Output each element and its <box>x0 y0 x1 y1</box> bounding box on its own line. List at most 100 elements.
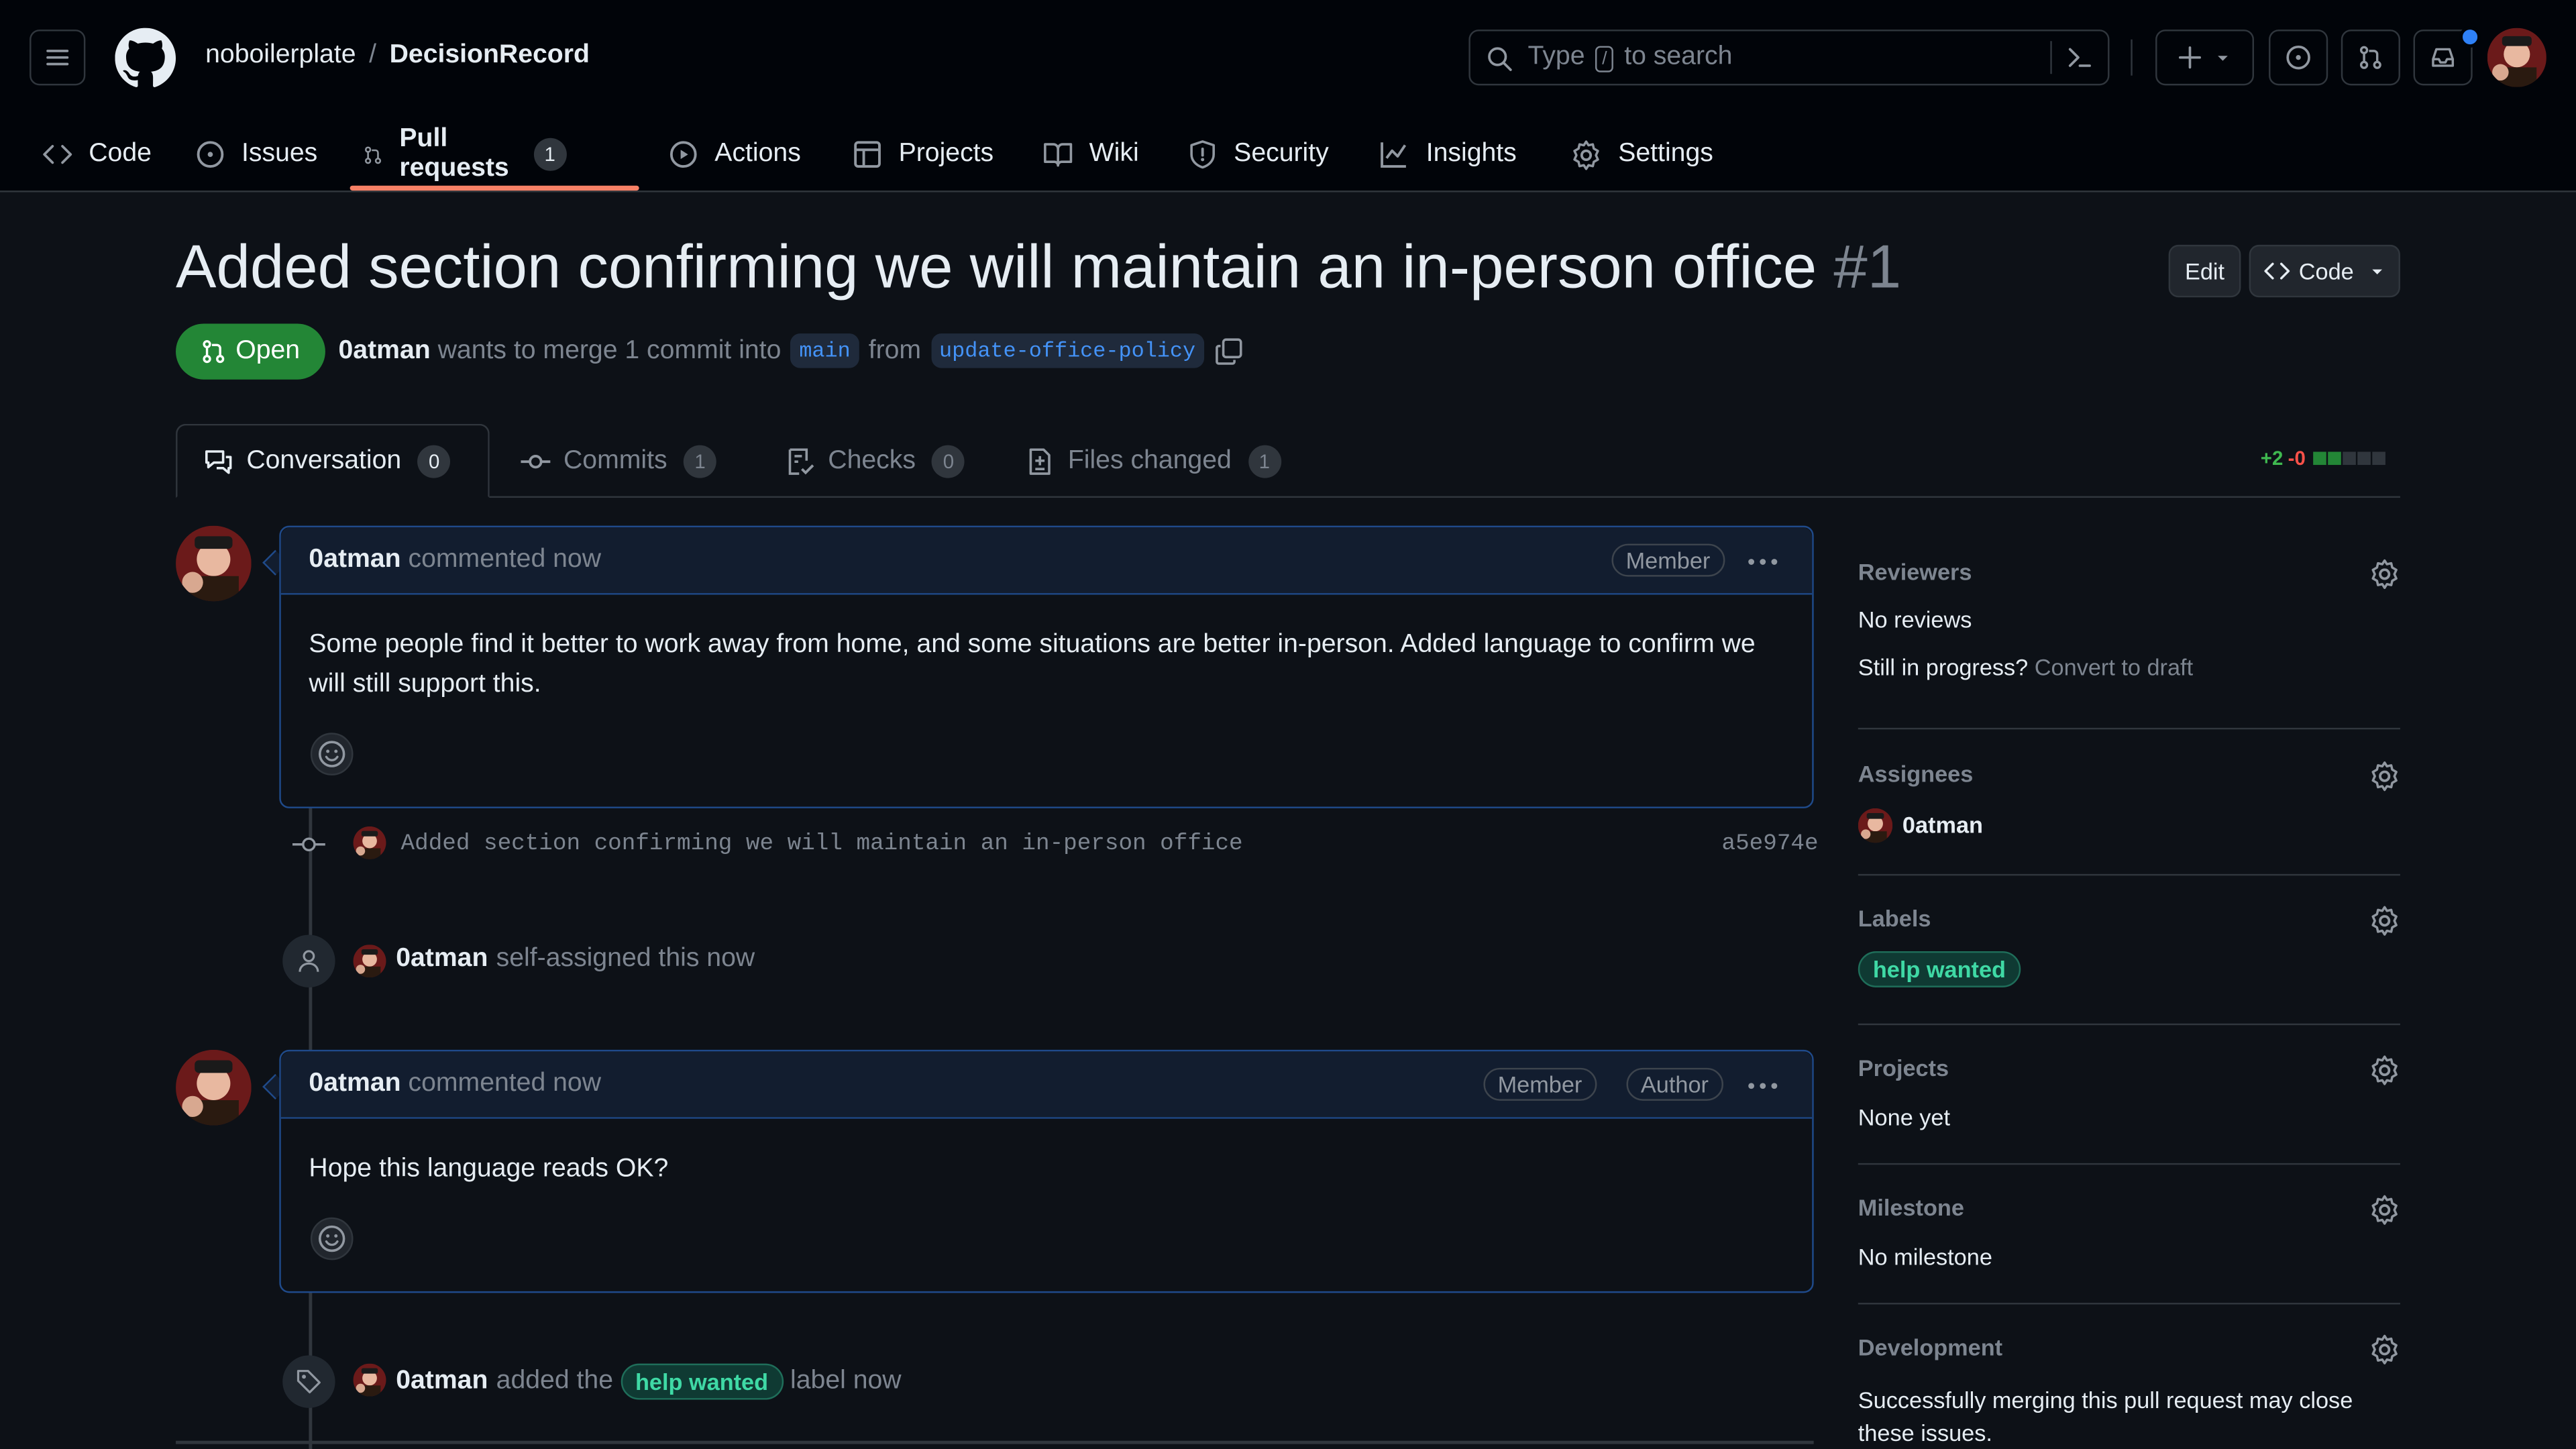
avatar[interactable] <box>353 826 386 859</box>
label-help-wanted[interactable]: help wanted <box>1858 951 2021 987</box>
gear-icon[interactable] <box>2369 1194 2400 1226</box>
from-text: from <box>868 335 922 364</box>
tab-actions[interactable]: Actions <box>669 118 801 191</box>
breadcrumb-repo[interactable]: DecisionRecord <box>390 41 590 69</box>
notification-dot <box>2459 26 2481 48</box>
create-new-button[interactable] <box>2155 30 2255 86</box>
chevron-down-icon <box>2218 56 2228 61</box>
issue-icon <box>197 141 224 168</box>
hamburger-icon <box>46 50 69 66</box>
kebab-icon[interactable] <box>1746 549 1779 575</box>
tab-conversation-label: Conversation <box>246 445 402 474</box>
search-input[interactable]: Type / to search <box>1468 30 2110 86</box>
comment-box: 0atman commented now Author Member Hope … <box>279 1049 1814 1293</box>
pr-merge-info: 0atman wants to merge 1 commit into main… <box>338 333 1243 368</box>
code-dropdown-button[interactable]: Code <box>2249 244 2400 298</box>
command-palette-icon <box>2068 48 2091 67</box>
sidebar-heading[interactable]: Milestone <box>1858 1194 2400 1220</box>
play-icon <box>669 141 697 168</box>
gear-icon[interactable] <box>2369 1334 2400 1366</box>
smiley-icon <box>318 1225 345 1252</box>
event-text: self-assigned this now <box>496 945 755 973</box>
breadcrumb-owner[interactable]: noboilerplate <box>205 41 356 69</box>
gear-icon[interactable] <box>2369 761 2400 792</box>
diff-square <box>2328 451 2342 466</box>
tab-code[interactable]: Code <box>43 118 152 191</box>
gear-icon <box>1573 140 1599 170</box>
tab-conversation[interactable]: Conversation 0 <box>176 423 490 498</box>
tab-wiki-label: Wiki <box>1089 140 1139 168</box>
gear-icon[interactable] <box>2369 905 2400 936</box>
sidebar-heading[interactable]: Development <box>1858 1334 2400 1360</box>
pull-request-icon <box>365 146 382 164</box>
head-branch[interactable]: update-office-policy <box>930 333 1204 368</box>
diffstat[interactable]: +2 -0 <box>2261 447 2386 470</box>
convert-to-draft-link[interactable]: Convert to draft <box>2035 654 2193 680</box>
tab-pull-requests[interactable]: Pull requests 1 <box>363 118 567 191</box>
tab-settings-label: Settings <box>1618 140 1713 168</box>
user-avatar[interactable] <box>2487 28 2546 87</box>
tab-wiki[interactable]: Wiki <box>1043 118 1139 191</box>
table-icon <box>854 141 881 168</box>
tab-settings[interactable]: Settings <box>1570 118 1713 191</box>
shield-icon <box>1190 140 1215 169</box>
gear-icon[interactable] <box>2369 559 2400 590</box>
commit-sha[interactable]: a5e974e <box>1722 831 1819 857</box>
commit-message[interactable]: Added section confirming we will maintai… <box>401 831 1243 857</box>
add-reaction-button[interactable] <box>310 1217 354 1260</box>
breadcrumb-separator: / <box>369 41 377 69</box>
avatar[interactable] <box>1858 808 1893 843</box>
base-branch[interactable]: main <box>791 333 859 368</box>
comment-author[interactable]: 0atman <box>309 1069 400 1097</box>
sidebar-heading[interactable]: Labels <box>1858 905 2400 931</box>
sidebar-value: None yet <box>1858 1104 1951 1130</box>
sidebar-divider <box>1858 1023 2400 1026</box>
event-actor[interactable]: 0atman <box>396 945 488 974</box>
add-reaction-button[interactable] <box>310 733 354 775</box>
sidebar-heading[interactable]: Projects <box>1858 1055 2400 1081</box>
menu-button[interactable] <box>30 30 86 86</box>
avatar[interactable] <box>353 1363 386 1397</box>
sidebar-heading[interactable]: Assignees <box>1858 761 2400 787</box>
github-logo-icon[interactable] <box>115 28 176 89</box>
copy-icon[interactable] <box>1214 336 1243 366</box>
tab-projects[interactable]: Projects <box>853 118 994 191</box>
search-placeholder: Type / to search <box>1528 43 1732 72</box>
label-help-wanted[interactable]: help wanted <box>620 1363 784 1400</box>
code-icon <box>43 145 72 164</box>
tab-files-changed[interactable]: Files changed 1 <box>1025 424 1281 498</box>
person-icon <box>299 950 319 972</box>
comment-meta: 0atman commented now <box>309 1069 601 1099</box>
avatar[interactable] <box>176 525 252 602</box>
tab-security[interactable]: Security <box>1188 118 1329 191</box>
event-actor[interactable]: 0atman <box>396 1367 488 1397</box>
pr-number: #1 <box>1833 233 1902 301</box>
checklist-icon <box>788 447 814 474</box>
tab-commits[interactable]: Commits 1 <box>521 424 717 498</box>
comment-author[interactable]: 0atman <box>309 545 400 574</box>
avatar[interactable] <box>353 945 386 978</box>
tab-checks[interactable]: Checks 0 <box>786 424 965 498</box>
pr-author-link[interactable]: 0atman <box>338 336 430 366</box>
command-palette-button[interactable] <box>2050 41 2108 74</box>
tab-insights[interactable]: Insights <box>1379 118 1517 191</box>
tab-files-label: Files changed <box>1067 445 1232 474</box>
sidebar-projects: Projects None yet <box>1858 1055 2400 1136</box>
assignee-name[interactable]: 0atman <box>1902 812 1983 838</box>
edit-title-button[interactable]: Edit <box>2168 244 2241 298</box>
pull-requests-button[interactable] <box>2341 30 2400 86</box>
tab-issues[interactable]: Issues <box>195 118 317 191</box>
code-icon <box>2265 262 2290 280</box>
sidebar-reviewers: Reviewers No reviews Still in progress? … <box>1858 559 2400 690</box>
kebab-icon[interactable] <box>1746 1073 1779 1099</box>
issues-button[interactable] <box>2269 30 2328 86</box>
conversation-count: 0 <box>417 444 451 478</box>
tab-pull-requests-label: Pull requests <box>399 125 509 182</box>
code-button-label: Code <box>2298 258 2354 284</box>
sidebar-heading[interactable]: Reviewers <box>1858 559 2400 585</box>
member-badge: Member <box>1483 1067 1597 1101</box>
avatar[interactable] <box>176 1049 252 1126</box>
sidebar-development: Development Successfully merging this pu… <box>1858 1334 2400 1449</box>
gear-icon[interactable] <box>2369 1055 2400 1086</box>
chevron-down-icon <box>2371 269 2382 274</box>
